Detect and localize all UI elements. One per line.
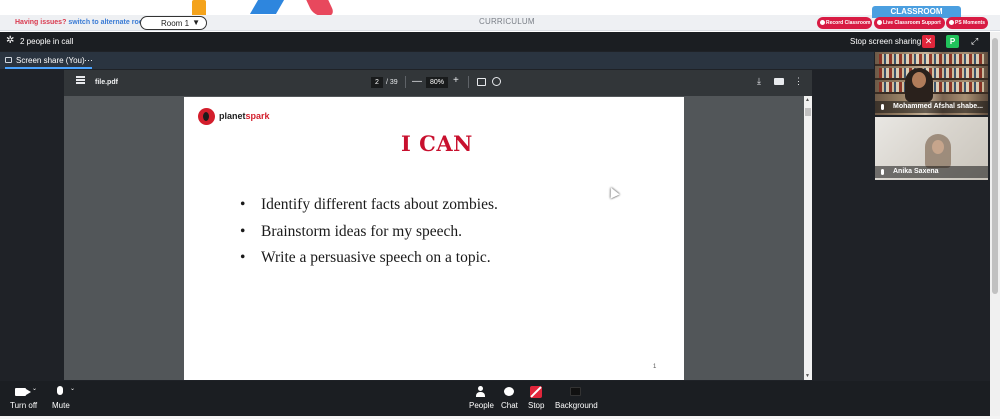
screen-share-icon bbox=[5, 57, 12, 63]
zoom-in-button[interactable]: + bbox=[453, 75, 459, 86]
zoom-level-input[interactable]: 80% bbox=[426, 77, 448, 88]
chat-icon[interactable] bbox=[504, 387, 514, 396]
decor-red-shape bbox=[306, 0, 336, 16]
mic-icon bbox=[881, 104, 884, 110]
bullet-glyph: • bbox=[240, 196, 246, 213]
background-icon[interactable] bbox=[570, 387, 581, 396]
people-in-call-count: 2 people in call bbox=[20, 37, 74, 46]
live-support-label: Live Classroom Support bbox=[883, 20, 941, 26]
share-tab-bar bbox=[0, 52, 874, 69]
rotate-icon[interactable] bbox=[492, 77, 501, 86]
issues-text: Having issues? switch to alternate room bbox=[15, 19, 149, 26]
screen-share-tab[interactable]: Screen share (You) bbox=[5, 56, 85, 65]
switch-room-link[interactable]: switch to alternate room bbox=[68, 19, 149, 26]
pdf-scrollbar[interactable]: ▲ ▼ bbox=[804, 96, 812, 380]
pdf-filename: file.pdf bbox=[95, 79, 118, 86]
screen: { "topbar": { "issues_text": "Having iss… bbox=[0, 0, 1000, 419]
participant-name: Anika Saxena bbox=[893, 168, 939, 175]
scroll-down-arrow-icon[interactable]: ▼ bbox=[805, 373, 810, 379]
participant-video-face bbox=[932, 140, 944, 154]
planetspark-logo-icon bbox=[198, 108, 215, 125]
room-selector[interactable]: Room 1 ▼ bbox=[140, 16, 207, 30]
scroll-up-arrow-icon[interactable]: ▲ bbox=[805, 97, 810, 103]
menu-hamburger-icon[interactable] bbox=[76, 76, 85, 84]
bullet-glyph: • bbox=[240, 249, 246, 266]
people-icon-head bbox=[478, 386, 483, 391]
page-number-input[interactable]: 2 bbox=[371, 77, 383, 88]
fullscreen-icon[interactable]: ⤢ bbox=[971, 36, 981, 46]
curriculum-tab[interactable]: CURRICULUM bbox=[479, 17, 535, 26]
bookshelf-divider bbox=[875, 64, 988, 66]
toolbar-divider bbox=[468, 76, 469, 88]
stop-button[interactable]: Stop bbox=[528, 401, 544, 410]
slide-bullet-list: • Identify different facts about zombies.… bbox=[240, 196, 498, 276]
fit-to-page-icon[interactable] bbox=[477, 78, 486, 86]
bullet-text: Brainstorm ideas for my speech. bbox=[261, 222, 463, 240]
microphone-icon[interactable] bbox=[57, 386, 63, 395]
turn-off-camera-button[interactable]: Turn off bbox=[10, 401, 37, 410]
stop-screen-sharing-label[interactable]: Stop screen sharing bbox=[850, 37, 921, 46]
record-classroom-button[interactable]: Record Classroom bbox=[817, 17, 872, 29]
ps-moments-button[interactable]: PS Moments bbox=[946, 17, 988, 29]
people-icon[interactable] bbox=[476, 386, 485, 397]
call-controls-bar bbox=[0, 381, 990, 416]
page-scrollbar[interactable] bbox=[990, 32, 1000, 416]
zoom-out-button[interactable]: — bbox=[412, 76, 422, 87]
bullet-text: Identify different facts about zombies. bbox=[261, 196, 498, 213]
slide-title: I CAN bbox=[401, 131, 473, 156]
mute-button[interactable]: Mute bbox=[52, 401, 70, 410]
download-icon[interactable]: ⤓ bbox=[757, 76, 761, 87]
decor-blue-shape bbox=[249, 0, 285, 14]
support-icon bbox=[877, 20, 882, 25]
participant-video-face bbox=[912, 72, 926, 88]
bookshelf-books bbox=[879, 54, 984, 64]
logo-word-planet: planet bbox=[219, 111, 246, 121]
ps-moments-label: PS Moments bbox=[955, 20, 986, 26]
share-more-options-icon[interactable]: ··· bbox=[84, 55, 93, 65]
people-button[interactable]: People bbox=[469, 401, 494, 410]
bullet-item: • Brainstorm ideas for my speech. bbox=[240, 223, 498, 250]
stop-share-icon[interactable] bbox=[530, 386, 542, 398]
settings-gear-icon[interactable]: ✲ bbox=[6, 36, 16, 46]
bullet-text: Write a persuasive speech on a topic. bbox=[261, 249, 491, 266]
page-marker: 1 bbox=[653, 364, 657, 370]
toolbar-divider bbox=[405, 76, 406, 88]
page-total: / 39 bbox=[386, 79, 398, 86]
people-icon-body bbox=[476, 392, 485, 397]
page-scrollbar-thumb[interactable] bbox=[992, 38, 998, 294]
profile-avatar[interactable]: P bbox=[946, 35, 959, 48]
mic-options-chevron-icon[interactable]: ⌄ bbox=[70, 385, 75, 392]
logo-word-spark: spark bbox=[245, 111, 270, 121]
background-button[interactable]: Background bbox=[555, 401, 598, 410]
chat-button[interactable]: Chat bbox=[501, 401, 518, 410]
call-header bbox=[0, 32, 990, 51]
room-selector-label: Room 1 bbox=[161, 19, 190, 28]
mic-icon bbox=[881, 169, 884, 175]
active-tab-underline bbox=[5, 67, 92, 69]
participant-name: Mohammed Afshal shabe... bbox=[893, 103, 983, 110]
camera-icon[interactable] bbox=[15, 388, 31, 396]
bullet-glyph: • bbox=[240, 222, 246, 240]
pdf-more-icon[interactable]: ⋮ bbox=[794, 76, 803, 87]
bullet-item: • Identify different facts about zombies. bbox=[240, 196, 498, 223]
screen-share-tab-label: Screen share (You) bbox=[16, 56, 85, 65]
record-classroom-label: Record Classroom bbox=[826, 20, 871, 26]
bullet-item: • Write a persuasive speech on a topic. bbox=[240, 249, 498, 276]
pdf-scrollbar-thumb[interactable] bbox=[805, 108, 811, 116]
live-support-button[interactable]: Live Classroom Support bbox=[874, 17, 945, 29]
record-icon bbox=[820, 20, 825, 25]
print-icon[interactable] bbox=[774, 78, 784, 85]
camera-options-chevron-icon[interactable]: ⌄ bbox=[32, 385, 37, 392]
caret-down-icon: ▼ bbox=[192, 18, 200, 27]
issues-label: Having issues? bbox=[15, 19, 67, 26]
stop-sharing-close-button[interactable]: ✕ bbox=[922, 35, 935, 48]
moments-icon bbox=[949, 20, 954, 25]
planetspark-logo-text: planetspark bbox=[219, 111, 270, 121]
